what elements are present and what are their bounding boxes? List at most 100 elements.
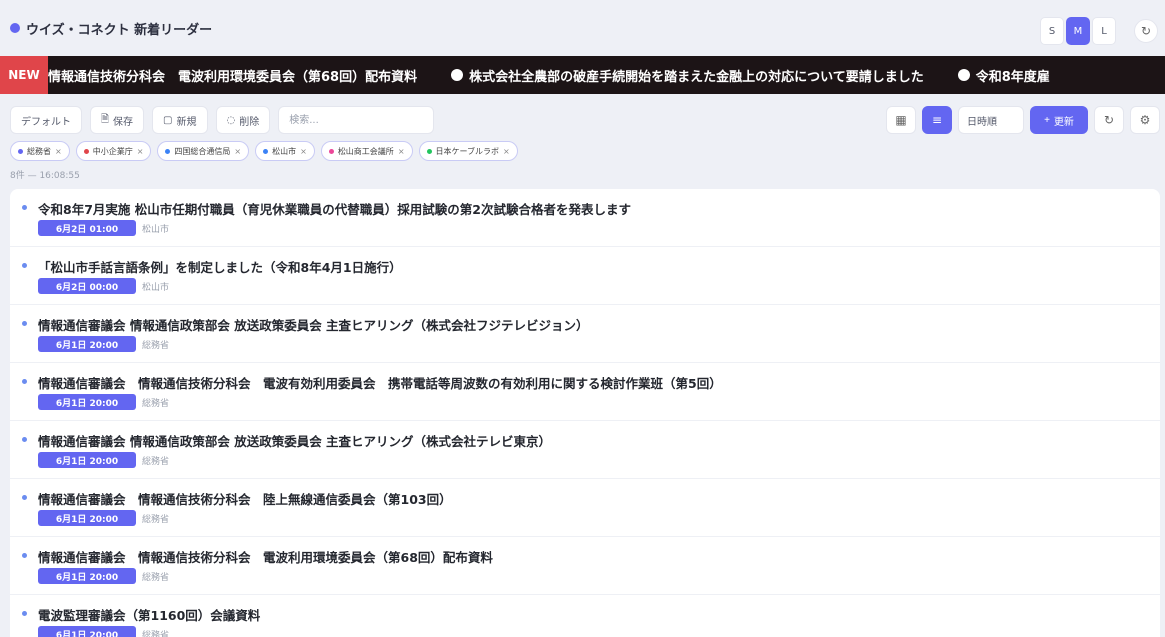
refresh-circle-icon[interactable]: ↻ xyxy=(1134,19,1158,43)
item-time-badge: 6月1日 20:00 xyxy=(38,452,136,468)
chip-label: 松山商工会議所 xyxy=(337,146,394,156)
close-icon[interactable]: × xyxy=(55,147,62,156)
list-item[interactable]: 情報通信審議会 情報通信技術分科会 電波利用環境委員会（第68回）配布資料 6月… xyxy=(10,537,1160,595)
list-view-icon[interactable]: ≡ xyxy=(922,106,952,134)
settings-gear-icon[interactable]: ⚙ xyxy=(1130,106,1160,134)
update-label: 更新 xyxy=(1053,116,1074,128)
ticker-item-text: 令和8年度雇 xyxy=(975,69,1050,85)
list-item[interactable]: 情報通信審議会 情報通信政策部会 放送政策委員会 主査ヒアリング（株式会社テレビ… xyxy=(10,421,1160,479)
item-title-link[interactable]: 情報通信審議会 情報通信技術分科会 陸上無線通信委員会（第103回） xyxy=(38,489,452,508)
item-title-link[interactable]: 「松山市手話言語条例」を制定しました（令和8年4月1日施行） xyxy=(38,257,402,276)
chip-source[interactable]: 松山市 × xyxy=(255,141,315,161)
font-size-switcher: S M L xyxy=(1040,17,1116,45)
item-source: 総務省 xyxy=(142,573,170,583)
close-icon[interactable]: × xyxy=(137,147,144,156)
save-label: 保存 xyxy=(113,116,134,128)
chip-dot-icon xyxy=(263,148,269,154)
chip-source[interactable]: 中小企業庁 × xyxy=(75,141,152,161)
grid-view-icon[interactable]: ▦ xyxy=(886,106,916,134)
chip-label: 日本ケーブルラボ xyxy=(435,146,500,156)
app-title: ウイズ・コネクト 新着リーダー xyxy=(26,22,213,38)
news-ticker: NEW 情報通信技術分科会 電波利用環境委員会（第68回）配布資料 株式会社全農… xyxy=(0,56,1165,94)
delete-button[interactable]: ◌ 削除 xyxy=(215,106,271,134)
item-time-badge: 6月2日 00:00 xyxy=(38,278,136,294)
toolbar: デフォルト 🗎 保存 ▢ 新規 ◌ 削除 ▦ ≡ 日時順 + 更新 ↻ ⚙ xyxy=(10,105,1160,135)
bullet-icon xyxy=(22,205,27,210)
delete-label: 削除 xyxy=(239,116,260,128)
item-title-link[interactable]: 情報通信審議会 情報通信技術分科会 電波利用環境委員会（第68回）配布資料 xyxy=(38,547,493,566)
ticker-item[interactable]: 情報通信技術分科会 電波利用環境委員会（第68回）配布資料 xyxy=(48,66,417,85)
new-label: 新規 xyxy=(176,116,197,128)
ticker-bullet-icon xyxy=(451,69,464,81)
chip-source[interactable]: 総務省 × xyxy=(10,141,70,161)
ticker-item-text: 株式会社全農部の破産手続開始を踏まえた金融上の対応について要請しました xyxy=(469,69,924,85)
item-title-link[interactable]: 情報通信審議会 情報通信技術分科会 電波有効利用委員会 携帯電話等周波数の有効利… xyxy=(38,373,722,392)
size-large-button[interactable]: L xyxy=(1092,17,1116,45)
new-file-icon: ▢ xyxy=(163,114,173,126)
ticker-track: 情報通信技術分科会 電波利用環境委員会（第68回）配布資料 株式会社全農部の破産… xyxy=(48,56,1084,94)
item-time-badge: 6月1日 20:00 xyxy=(38,510,136,526)
chip-source[interactable]: 松山商工会議所 × xyxy=(320,141,413,161)
bullet-icon xyxy=(22,321,27,326)
item-title-link[interactable]: 令和8年7月実施 松山市任期付職員（育児休業職員の代替職員）採用試験の第2次試験… xyxy=(38,199,631,218)
search-input[interactable] xyxy=(278,106,435,134)
close-icon[interactable]: × xyxy=(300,147,307,156)
item-source: 総務省 xyxy=(142,341,170,351)
close-icon[interactable]: × xyxy=(398,147,405,156)
ticker-item[interactable]: 令和8年度雇 xyxy=(957,66,1050,85)
list-item[interactable]: 電波監理審議会（第1160回）会議資料 6月1日 20:00 総務省 xyxy=(10,595,1160,637)
update-button[interactable]: + 更新 xyxy=(1030,106,1088,134)
item-title-link[interactable]: 情報通信審議会 情報通信政策部会 放送政策委員会 主査ヒアリング（株式会社フジテ… xyxy=(38,315,589,334)
list-item[interactable]: 情報通信審議会 情報通信政策部会 放送政策委員会 主査ヒアリング（株式会社フジテ… xyxy=(10,305,1160,363)
bullet-icon xyxy=(22,263,27,268)
item-time-badge: 6月1日 20:00 xyxy=(38,568,136,584)
new-button[interactable]: ▢ 新規 xyxy=(152,106,208,134)
news-list: 令和8年7月実施 松山市任期付職員（育児休業職員の代替職員）採用試験の第2次試験… xyxy=(10,189,1160,637)
chip-label: 中小企業庁 xyxy=(92,146,133,156)
item-time-badge: 6月1日 20:00 xyxy=(38,626,136,637)
item-source: 松山市 xyxy=(142,283,170,293)
bullet-icon xyxy=(22,611,27,616)
chip-label: 総務省 xyxy=(27,146,51,156)
list-item[interactable]: 「松山市手話言語条例」を制定しました（令和8年4月1日施行） 6月2日 00:0… xyxy=(10,247,1160,305)
list-item[interactable]: 情報通信審議会 情報通信技術分科会 電波有効利用委員会 携帯電話等周波数の有効利… xyxy=(10,363,1160,421)
list-item[interactable]: 情報通信審議会 情報通信技術分科会 陸上無線通信委員会（第103回） 6月1日 … xyxy=(10,479,1160,537)
sort-select-label: 日時順 xyxy=(967,116,997,128)
list-item[interactable]: 令和8年7月実施 松山市任期付職員（育児休業職員の代替職員）採用試験の第2次試験… xyxy=(10,189,1160,247)
bullet-icon xyxy=(22,495,27,500)
item-source: 総務省 xyxy=(142,457,170,467)
close-icon[interactable]: × xyxy=(503,147,510,156)
feed-status: 8件 — 16:08:55 xyxy=(10,171,80,181)
chip-label: 四国総合通信局 xyxy=(174,146,231,156)
app-header: ウイズ・コネクト 新着リーダー xyxy=(0,0,1165,56)
chip-dot-icon xyxy=(165,148,171,154)
chip-dot-icon xyxy=(83,148,89,154)
bullet-icon xyxy=(22,553,27,558)
bullet-icon xyxy=(22,379,27,384)
brand-dot-icon xyxy=(10,23,20,33)
item-title-link[interactable]: 情報通信審議会 情報通信政策部会 放送政策委員会 主査ヒアリング（株式会社テレビ… xyxy=(38,431,551,450)
chip-source[interactable]: 四国総合通信局 × xyxy=(157,141,250,161)
ticker-item-text: 情報通信技術分科会 電波利用環境委員会（第68回）配布資料 xyxy=(48,69,418,85)
chip-label: 松山市 xyxy=(272,146,297,156)
chip-dot-icon xyxy=(426,148,432,154)
save-button[interactable]: 🗎 保存 xyxy=(90,106,145,134)
view-controls: ▦ ≡ 日時順 + 更新 ↻ ⚙ xyxy=(886,105,1160,135)
chip-dot-icon xyxy=(328,148,334,154)
ticker-new-badge: NEW xyxy=(0,56,48,94)
default-preset-button[interactable]: デフォルト xyxy=(10,106,82,134)
reload-icon[interactable]: ↻ xyxy=(1094,106,1124,134)
save-icon: 🗎 xyxy=(101,113,110,125)
size-medium-button[interactable]: M xyxy=(1066,17,1090,45)
close-icon[interactable]: × xyxy=(234,147,241,156)
chip-dot-icon xyxy=(18,148,23,154)
item-source: 総務省 xyxy=(142,399,170,409)
sort-select[interactable]: 日時順 xyxy=(958,106,1024,134)
ticker-bullet-icon xyxy=(957,69,970,81)
item-time-badge: 6月1日 20:00 xyxy=(38,394,136,410)
item-title-link[interactable]: 電波監理審議会（第1160回）会議資料 xyxy=(38,605,260,624)
size-small-button[interactable]: S xyxy=(1040,17,1064,45)
ticker-item[interactable]: 株式会社全農部の破産手続開始を踏まえた金融上の対応について要請しました xyxy=(451,66,924,85)
bullet-icon xyxy=(22,437,27,442)
chip-source[interactable]: 日本ケーブルラボ × xyxy=(418,141,518,161)
